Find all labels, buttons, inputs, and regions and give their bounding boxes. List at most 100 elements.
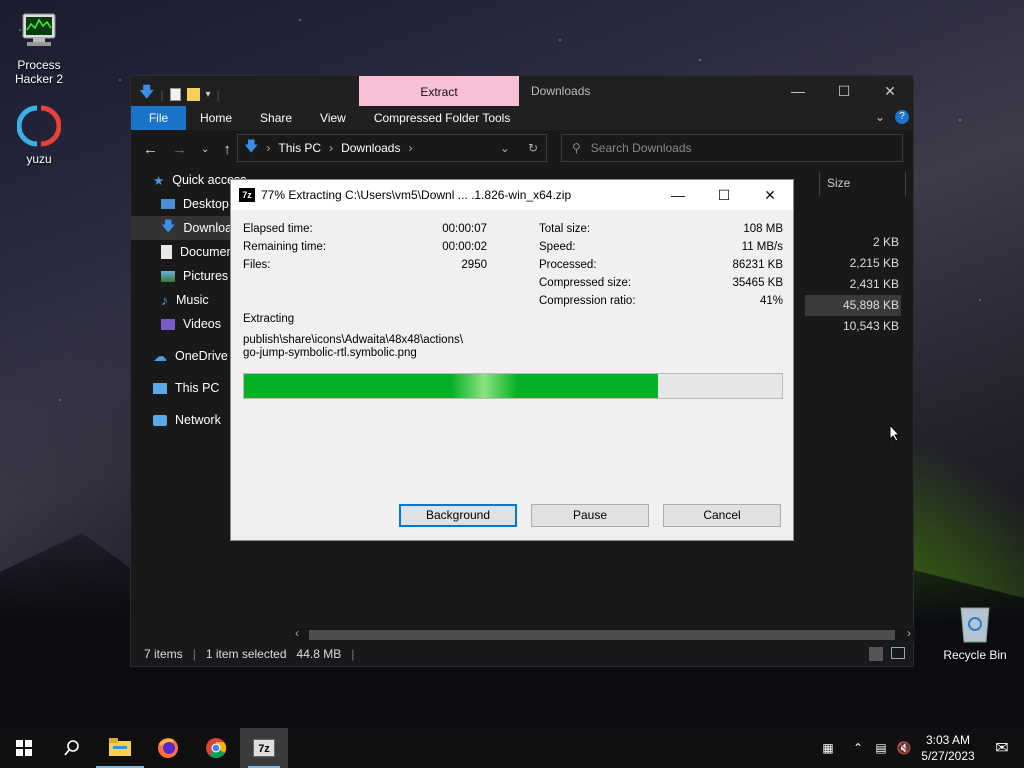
stat-label: Files: <box>243 259 271 271</box>
close-button[interactable]: ✕ <box>867 76 913 106</box>
expand-ribbon-icon[interactable]: ⌄ <box>875 110 885 124</box>
search-input[interactable]: Search Downloads <box>591 141 692 155</box>
address-bar[interactable]: 🡇 › This PC › Downloads › ⌄ ↻ <box>237 134 547 162</box>
tab-share[interactable]: Share <box>246 106 306 130</box>
progress-fill <box>244 374 659 398</box>
download-arrow-icon: 🡇 <box>244 138 259 154</box>
up-arrow-icon[interactable]: ↑ <box>223 141 231 158</box>
sidebar-item-label: Network <box>175 413 221 427</box>
stat-value: 86231 KB <box>732 259 783 271</box>
quick-access-toolbar: 🡇 | ▾ | <box>139 82 220 107</box>
maximize-button[interactable]: ☐ <box>821 76 867 106</box>
horizontal-scrollbar[interactable]: ‹ › <box>291 626 915 642</box>
sidebar-item-label: Music <box>176 293 209 307</box>
cancel-button[interactable]: Cancel <box>663 504 781 527</box>
stat-label: Compressed size: <box>539 277 632 289</box>
cloud-icon: ☁ <box>153 347 167 364</box>
start-icon <box>16 740 32 756</box>
breadcrumb-separator-icon[interactable]: › <box>408 141 412 155</box>
tab-view[interactable]: View <box>306 106 360 130</box>
large-icons-view-icon[interactable] <box>891 647 905 659</box>
status-item-count: 7 items <box>144 647 183 661</box>
elapsed-time-row: Elapsed time: 00:00:07 <box>243 220 487 238</box>
tab-file[interactable]: File <box>131 106 186 130</box>
breadcrumb-separator-icon[interactable]: › <box>329 141 333 155</box>
breadcrumb-this-pc[interactable]: This PC <box>278 141 321 155</box>
back-arrow-icon[interactable]: ← <box>143 141 158 158</box>
current-file-path-line: go-jump-symbolic-rtl.symbolic.png <box>243 347 417 359</box>
context-tab-extract[interactable]: Extract <box>359 76 519 106</box>
stat-value: 41% <box>759 295 783 307</box>
document-icon <box>161 245 172 259</box>
yuzu-icon <box>16 104 62 148</box>
mouse-cursor-icon <box>889 423 901 445</box>
search-box[interactable]: ⚲ Search Downloads <box>561 134 903 162</box>
help-icon[interactable]: ? <box>895 110 909 124</box>
notifications-icon[interactable]: ✉ <box>980 738 1024 758</box>
desktop-icon-recycle-bin[interactable]: Recycle Bin <box>940 600 1010 662</box>
customize-qat-icon[interactable]: ▾ <box>206 89 211 100</box>
breadcrumb-downloads[interactable]: Downloads <box>341 141 400 155</box>
address-row: ← → ⌄ ↑ 🡇 › This PC › Downloads › ⌄ ↻ ⚲ … <box>131 130 913 168</box>
taskbar-file-explorer[interactable] <box>96 728 144 768</box>
operation-label: Extracting <box>243 313 295 325</box>
maximize-button[interactable]: ☐ <box>701 180 747 210</box>
stat-value: 00:00:02 <box>442 241 487 253</box>
desktop-icon-process-hacker[interactable]: Process Hacker 2 <box>4 10 74 86</box>
details-view-icon[interactable] <box>869 647 883 661</box>
file-size-cell[interactable]: 2 KB <box>805 232 901 253</box>
sidebar-item-label: This PC <box>175 381 220 395</box>
compression-ratio-row: Compression ratio: 41% <box>539 292 783 310</box>
tab-home[interactable]: Home <box>186 106 246 130</box>
start-button[interactable] <box>0 728 48 768</box>
background-button[interactable]: Background <box>399 504 517 527</box>
firefox-icon <box>158 738 178 758</box>
properties-icon[interactable] <box>169 88 181 101</box>
scrollbar-thumb[interactable] <box>309 630 895 640</box>
scroll-right-icon[interactable]: › <box>907 626 911 640</box>
status-selected-size: 44.8 MB <box>296 647 342 661</box>
file-size-cell[interactable]: 2,215 KB <box>805 253 901 274</box>
network-icon <box>153 414 167 426</box>
file-size-cell[interactable]: 2,431 KB <box>805 274 901 295</box>
recent-locations-icon[interactable]: ⌄ <box>201 141 209 158</box>
explorer-titlebar[interactable]: 🡇 | ▾ | Extract Downloads — ☐ ✕ <box>131 76 913 106</box>
tab-compressed-folder-tools[interactable]: Compressed Folder Tools <box>360 106 525 130</box>
stat-label: Compression ratio: <box>539 295 636 307</box>
sidebar-item-label: Desktop <box>183 197 229 211</box>
forward-arrow-icon[interactable]: → <box>172 141 187 158</box>
desktop-icon-yuzu[interactable]: yuzu <box>4 104 74 166</box>
minimize-button[interactable]: — <box>775 76 821 106</box>
taskbar-firefox[interactable] <box>144 728 192 768</box>
clock[interactable]: 3:03 AM 5/27/2023 <box>916 732 980 764</box>
network-tray-icon[interactable]: ▤ <box>870 741 892 755</box>
breadcrumb-separator-icon[interactable]: › <box>266 141 270 155</box>
minimize-button[interactable]: — <box>655 180 701 210</box>
system-tray: ▦ ⌃ ▤ 🔇 3:03 AM 5/27/2023 ✉ <box>810 728 1024 768</box>
desktop-folder-icon <box>161 199 175 209</box>
search-button[interactable] <box>48 728 96 768</box>
refresh-icon[interactable]: ↻ <box>528 141 538 155</box>
file-size-cell-selected[interactable]: 45,898 KB <box>805 295 901 316</box>
desktop-icon-label: Recycle Bin <box>943 648 1007 662</box>
show-hidden-icons-icon[interactable]: ⌃ <box>846 741 870 755</box>
desktop-icon-label: Process Hacker 2 <box>14 58 64 86</box>
close-button[interactable]: ✕ <box>747 180 793 210</box>
desktop-icon-label: yuzu <box>26 152 52 166</box>
pause-button[interactable]: Pause <box>531 504 649 527</box>
volume-muted-icon[interactable]: 🔇 <box>892 741 916 755</box>
dialog-titlebar[interactable]: 7z 77% Extracting C:\Users\vm5\Downl ...… <box>231 180 793 210</box>
extract-progress-dialog[interactable]: 7z 77% Extracting C:\Users\vm5\Downl ...… <box>230 179 794 541</box>
new-folder-icon[interactable] <box>186 88 200 101</box>
column-header-size[interactable]: Size <box>827 176 850 190</box>
remaining-time-row: Remaining time: 00:00:02 <box>243 238 487 256</box>
address-dropdown-icon[interactable]: ⌄ <box>500 141 510 155</box>
download-arrow-icon[interactable]: 🡇 <box>139 82 154 107</box>
stat-value: 108 MB <box>743 223 783 235</box>
file-size-cell[interactable]: 10,543 KB <box>805 316 901 337</box>
scroll-left-icon[interactable]: ‹ <box>295 626 299 640</box>
stat-label: Speed: <box>539 241 576 253</box>
taskbar-7zip[interactable]: 7z <box>240 728 288 768</box>
news-and-interests-icon[interactable]: ▦ <box>810 741 846 755</box>
taskbar-chrome[interactable] <box>192 728 240 768</box>
